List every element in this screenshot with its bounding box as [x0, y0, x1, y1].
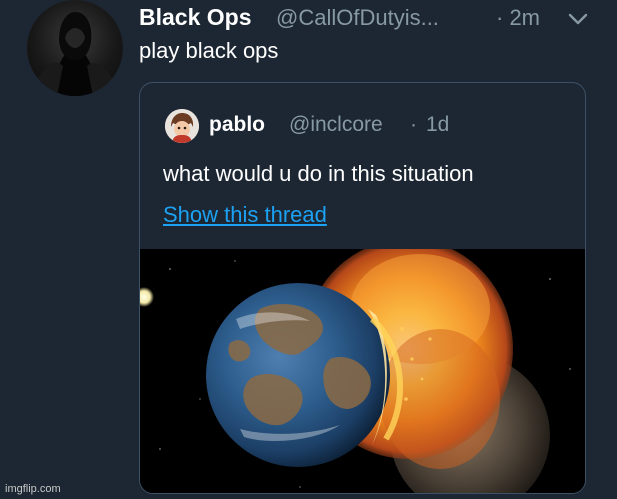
- hooded-figure-icon: [33, 12, 117, 96]
- quoted-author-display-name[interactable]: pablo: [209, 113, 265, 137]
- profile-avatar[interactable]: [27, 0, 123, 96]
- quoted-author-avatar: [165, 109, 199, 143]
- author-handle[interactable]: @CallOfDutyis...: [276, 5, 439, 31]
- tweet-header: Black Ops @CallOfDutyis... · 2m: [139, 2, 599, 34]
- quoted-author-handle[interactable]: @inclcore: [289, 113, 383, 137]
- tweet-text: play black ops: [139, 38, 279, 63]
- chevron-down-icon[interactable]: [567, 8, 589, 30]
- quoted-dot-separator: ·: [410, 113, 417, 136]
- tweet-timestamp[interactable]: · 2m: [496, 5, 540, 31]
- cartoon-avatar-icon: [165, 109, 199, 143]
- author-display-name[interactable]: Black Ops: [139, 4, 252, 31]
- quoted-tweet-text: what would u do in this situation: [163, 161, 474, 186]
- quoted-tweet-card[interactable]: pablo @inclcore · 1d what would u do in …: [139, 82, 586, 494]
- planet-collision-image[interactable]: [140, 249, 585, 493]
- imgflip-watermark: imgflip.com: [5, 483, 61, 495]
- quoted-timestamp[interactable]: 1d: [426, 113, 449, 137]
- show-thread-link[interactable]: Show this thread: [163, 202, 327, 228]
